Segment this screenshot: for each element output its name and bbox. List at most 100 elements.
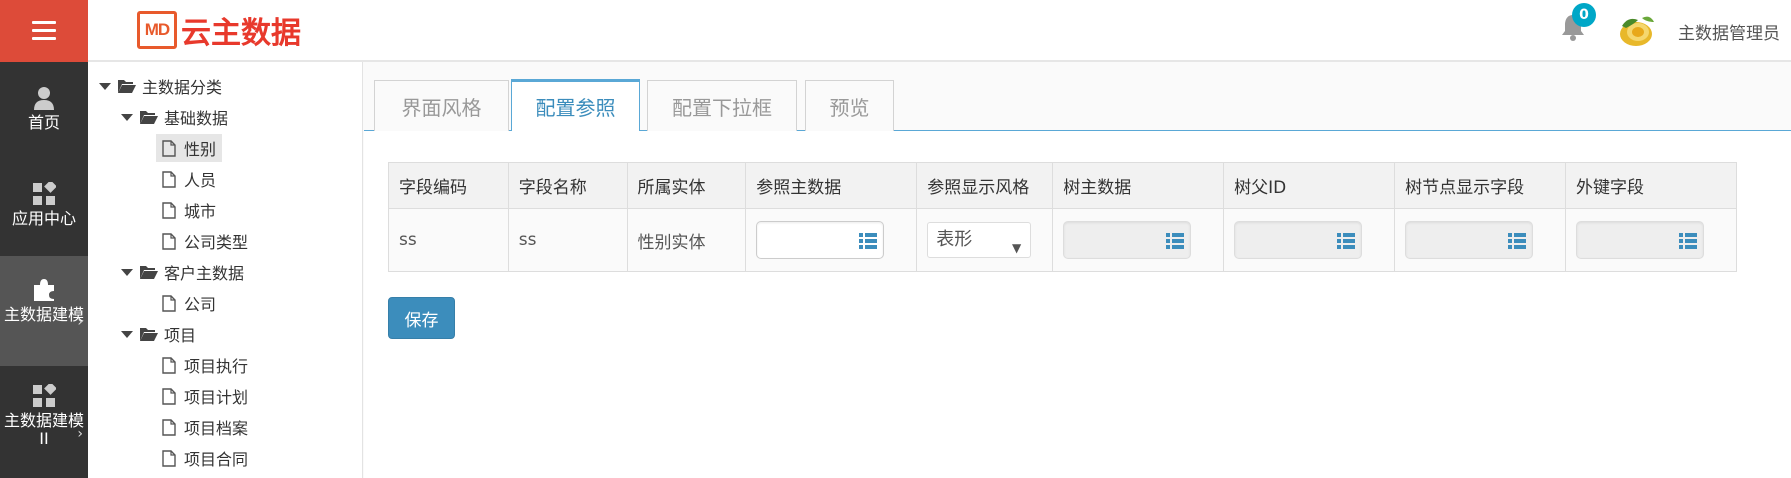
tab-ui-style[interactable]: 界面风格 — [374, 80, 509, 131]
tree-node-label: 公司 — [184, 295, 217, 314]
tree-node-file[interactable]: 公司 — [162, 289, 216, 317]
file-icon — [162, 449, 176, 467]
file-icon — [162, 201, 176, 219]
tree-node-file[interactable]: 项目档案 — [162, 413, 248, 441]
tree-node-label: 项目档案 — [184, 419, 249, 438]
tree-node-label: 项目计划 — [184, 388, 249, 407]
entity-cell: 性别实体 — [626, 208, 747, 272]
tree-node-label: 公司类型 — [184, 233, 249, 252]
tree-node-file[interactable]: 项目计划 — [162, 382, 248, 410]
tree-master-data-input[interactable] — [1063, 221, 1192, 259]
hamburger-menu-button[interactable] — [0, 0, 88, 62]
nav-label: 主数据建模 — [3, 305, 84, 324]
file-icon — [162, 418, 176, 436]
tree-node-label: 主数据分类 — [142, 78, 223, 97]
column-header: 字段编码 — [388, 162, 509, 209]
logo-text: 云主数据 — [181, 16, 301, 51]
caret-down-icon[interactable] — [121, 113, 133, 121]
caret-down-icon[interactable] — [99, 82, 111, 90]
tree-node-folder[interactable]: 客户主数据 — [121, 258, 244, 286]
column-header: 树父ID — [1223, 162, 1396, 209]
config-tabs: 界面风格 配置参照 配置下拉框 预览 — [364, 79, 1791, 132]
tree-node-label: 性别 — [184, 140, 217, 159]
avatar[interactable] — [1616, 12, 1658, 48]
folder-open-icon — [140, 111, 158, 124]
caret-down-icon[interactable] — [121, 330, 133, 338]
reference-config-table: 字段编码 字段名称 所属实体 参照主数据 参照显示风格 树主数据 树父ID 树节… — [388, 162, 1737, 272]
tree-node-file[interactable]: 城市 — [162, 196, 216, 224]
tree-node-file[interactable]: 公司类型 — [162, 227, 248, 255]
file-icon — [162, 139, 176, 157]
tree-node-file[interactable]: 性别 — [156, 134, 223, 162]
table-row: ss ss 性别实体 表形 ▼ — [388, 208, 1737, 272]
tree-node-folder[interactable]: 项目 — [121, 320, 196, 348]
tree-node-file[interactable]: 项目执行 — [162, 351, 248, 379]
file-icon — [162, 170, 176, 188]
nav-item-master-data-modeling-2[interactable]: 主数据建模II › — [0, 384, 88, 474]
tree-node-label: 客户主数据 — [164, 264, 245, 283]
file-icon — [162, 232, 176, 250]
list-icon[interactable] — [859, 233, 878, 249]
display-style-select[interactable]: 表形 ▼ — [927, 222, 1032, 258]
ref-master-data-input[interactable] — [756, 221, 885, 259]
tree-node-display-field-cell — [1394, 208, 1567, 272]
chevron-right-icon: › — [77, 426, 83, 442]
column-header: 参照显示风格 — [916, 162, 1054, 209]
nav-item-home[interactable]: 首页 — [0, 86, 88, 150]
apps-icon — [33, 384, 56, 407]
field-code-cell: ss — [388, 208, 509, 272]
list-icon[interactable] — [1337, 233, 1356, 249]
nav-item-master-data-modeling[interactable]: 主数据建模 › — [0, 256, 88, 366]
category-tree: 主数据分类 基础数据 性别 人员 城市 公司类型 客户主数据 公司 项目 项目执… — [88, 62, 363, 478]
tree-node-file[interactable]: 项目合同 — [162, 444, 248, 472]
folder-open-icon — [140, 328, 158, 341]
tab-configure-reference[interactable]: 配置参照 — [511, 79, 640, 132]
nav-label: 主数据建模II — [3, 411, 84, 448]
tree-node-display-field-input[interactable] — [1405, 221, 1534, 259]
app-logo[interactable]: MD 云主数据 — [137, 10, 301, 51]
column-header: 树节点显示字段 — [1394, 162, 1567, 209]
person-icon — [34, 87, 54, 110]
tab-preview[interactable]: 预览 — [805, 80, 894, 131]
column-header: 所属实体 — [626, 162, 747, 209]
column-header: 外键字段 — [1565, 162, 1737, 209]
tree-node-label: 人员 — [184, 171, 217, 190]
tree-parent-id-cell — [1223, 208, 1396, 272]
list-icon[interactable] — [1508, 233, 1527, 249]
user-name[interactable]: 主数据管理员 — [1678, 19, 1780, 44]
foreign-key-field-input[interactable] — [1576, 221, 1705, 259]
nav-label: 首页 — [27, 113, 60, 132]
ref-master-data-cell — [745, 208, 918, 272]
tree-node-label: 项目合同 — [184, 450, 249, 469]
tree-node-label: 项目 — [164, 326, 197, 345]
tree-node-file[interactable]: 人员 — [162, 165, 216, 193]
hamburger-line — [32, 29, 56, 32]
list-icon[interactable] — [1166, 233, 1185, 249]
caret-down-icon[interactable] — [121, 268, 133, 276]
hamburger-line — [32, 21, 56, 24]
foreign-key-field-cell — [1565, 208, 1737, 272]
file-icon — [162, 356, 176, 374]
tree-master-data-cell — [1052, 208, 1225, 272]
display-style-value: 表形 — [936, 229, 973, 250]
tree-node-label: 基础数据 — [164, 109, 229, 128]
save-button[interactable]: 保存 — [388, 297, 455, 339]
field-name-cell: ss — [507, 208, 628, 272]
puzzle-icon — [34, 279, 54, 301]
tree-parent-id-input[interactable] — [1234, 221, 1363, 259]
tab-configure-dropdown[interactable]: 配置下拉框 — [647, 80, 797, 131]
file-icon — [162, 387, 176, 405]
nav-item-app-center[interactable]: 应用中心 — [0, 182, 88, 246]
column-header: 参照主数据 — [745, 162, 918, 209]
tree-node-label: 项目执行 — [184, 357, 249, 376]
tree-node-folder[interactable]: 基础数据 — [121, 103, 228, 131]
chevron-right-icon: › — [77, 314, 83, 330]
folder-open-icon — [118, 80, 136, 93]
list-icon[interactable] — [1679, 233, 1698, 249]
tree-node-label: 城市 — [184, 202, 217, 221]
caret-down-icon: ▼ — [1012, 241, 1022, 255]
notification-badge: 0 — [1572, 3, 1596, 27]
apps-icon — [33, 182, 56, 205]
display-style-cell: 表形 ▼ — [916, 208, 1054, 272]
tree-node-folder[interactable]: 主数据分类 — [99, 72, 222, 100]
